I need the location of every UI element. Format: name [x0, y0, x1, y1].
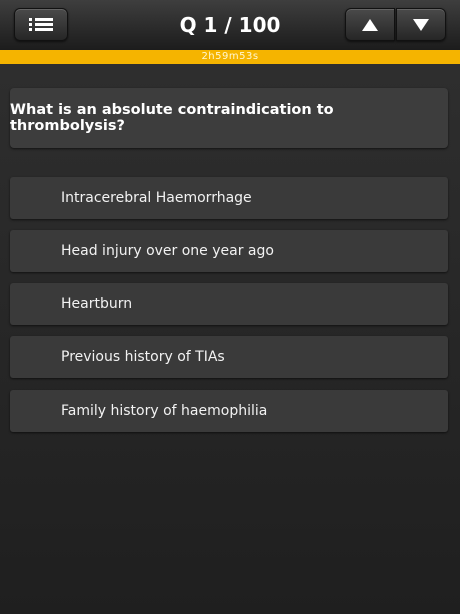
triangle-up-icon: [362, 18, 378, 31]
timer-bar: 2h59m53s: [0, 50, 460, 64]
quiz-content: What is an absolute contraindication to …: [0, 64, 460, 614]
question-counter: Q 1 / 100: [179, 13, 281, 37]
answer-option[interactable]: Family history of haemophilia: [10, 390, 448, 432]
answer-option[interactable]: Intracerebral Haemorrhage: [10, 177, 448, 219]
answer-option[interactable]: Previous history of TIAs: [10, 336, 448, 378]
list-icon: [29, 16, 53, 33]
triangle-down-icon: [413, 18, 429, 31]
previous-question-button[interactable]: [345, 8, 395, 41]
question-text: What is an absolute contraindication to …: [10, 88, 448, 148]
menu-button[interactable]: [14, 8, 68, 41]
answer-option[interactable]: Heartburn: [10, 283, 448, 325]
top-bar: Q 1 / 100: [0, 0, 460, 51]
answer-option[interactable]: Head injury over one year ago: [10, 230, 448, 272]
next-question-button[interactable]: [396, 8, 446, 41]
